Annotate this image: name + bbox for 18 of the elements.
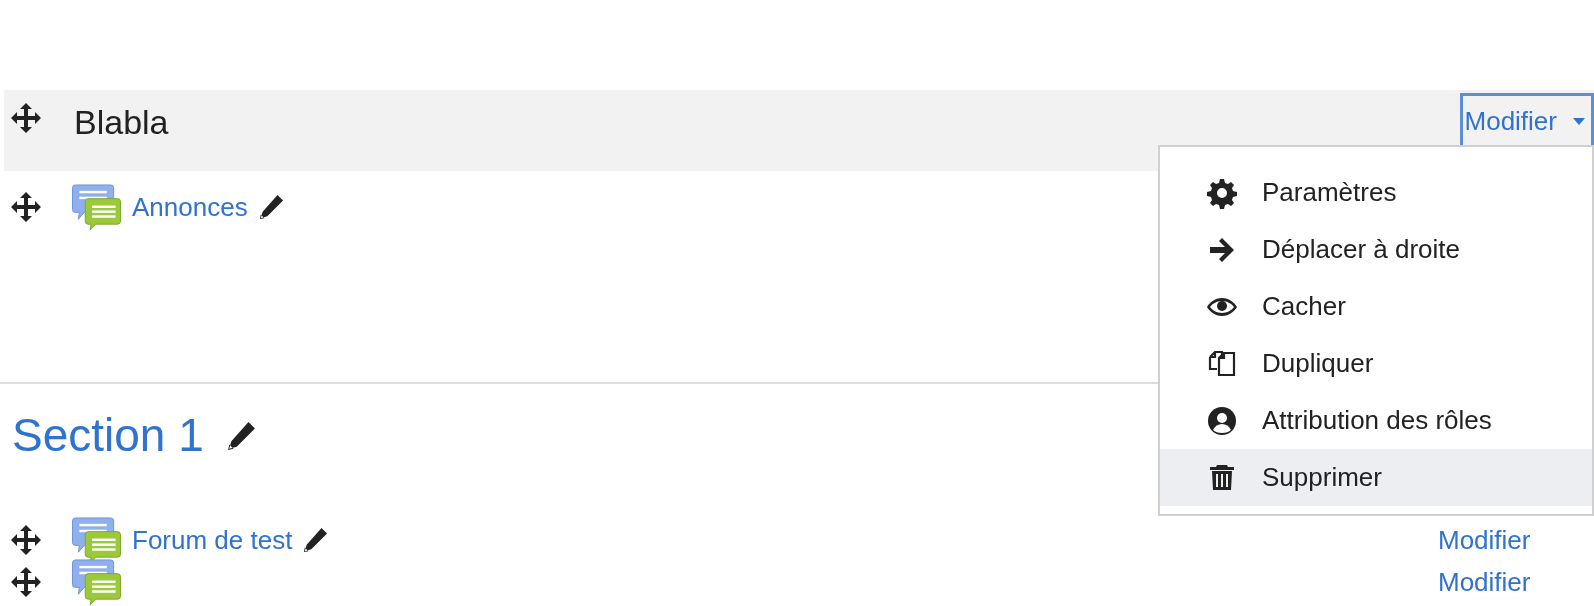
forum-icon (72, 183, 122, 231)
move-icon (10, 566, 42, 599)
pencil-icon (302, 527, 329, 554)
pencil-icon (225, 420, 256, 451)
menu-item[interactable]: Supprimer (1160, 449, 1592, 506)
pencil-icon (257, 194, 284, 220)
user-icon (1206, 404, 1238, 437)
activity-link[interactable]: Forum de test (132, 520, 293, 560)
forum-icon (72, 558, 122, 606)
section-title-link[interactable]: Section 1 (12, 408, 204, 464)
gear-icon (1206, 176, 1238, 209)
edit-link[interactable]: Modifier (1438, 524, 1531, 556)
activity-link[interactable]: Annonces (132, 187, 248, 227)
section-title: Blabla (74, 102, 169, 143)
move-icon (10, 524, 42, 557)
move-icon (10, 191, 42, 223)
move-icon (10, 102, 42, 134)
edit-link[interactable]: Modifier (1438, 566, 1531, 598)
